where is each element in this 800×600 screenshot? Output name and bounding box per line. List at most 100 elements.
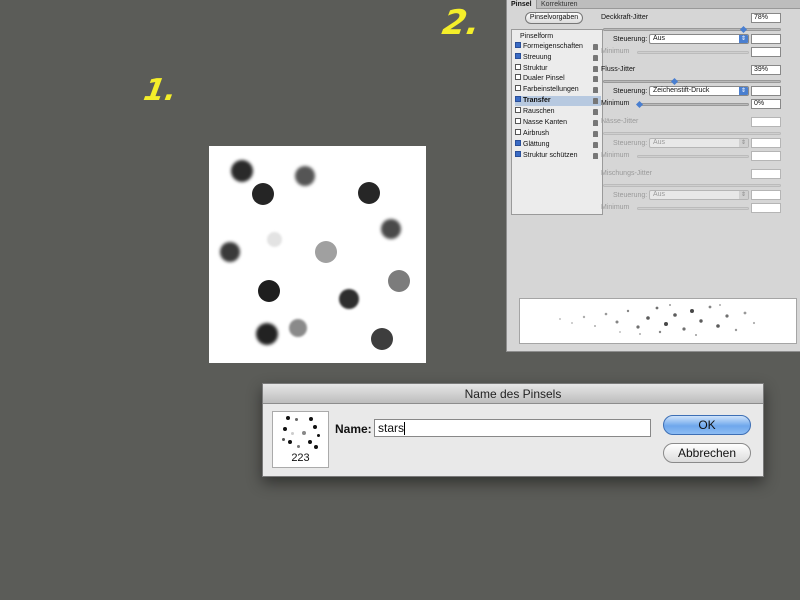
list-item-airbrush[interactable]: Airbrush <box>515 129 601 139</box>
brush-dot <box>388 270 410 292</box>
deckkraft-jitter-slider[interactable] <box>603 25 781 34</box>
checkbox[interactable] <box>515 151 521 158</box>
brush-dot <box>315 241 337 263</box>
checkbox[interactable] <box>515 42 521 49</box>
list-item-nasse-kanten[interactable]: Nasse Kanten <box>515 118 601 128</box>
minimum-3-label: Minimum <box>601 152 630 159</box>
brush-dot <box>381 219 401 239</box>
text-caret <box>404 422 406 436</box>
minimum-1-value[interactable] <box>751 47 781 57</box>
checkbox[interactable] <box>515 140 521 147</box>
list-item-formeigenschaften[interactable]: Formeigenschaften <box>515 42 601 52</box>
steuerung-3-value[interactable] <box>751 138 781 148</box>
thumbnail-dot <box>291 432 294 435</box>
slider-thumb[interactable] <box>635 100 644 109</box>
brush-name-value: stars <box>378 421 405 435</box>
tab-korrekturen[interactable]: Korrekturen <box>537 0 582 9</box>
dropdown-value: Aus <box>653 35 666 42</box>
dropdown-arrow-icon: ⇕ <box>739 87 748 95</box>
lock-icon[interactable] <box>593 55 598 61</box>
brush-presets-button[interactable]: Pinselvorgaben <box>525 12 583 24</box>
mischungs-jitter-slider[interactable] <box>603 184 781 187</box>
list-item-glaettung[interactable]: Glättung <box>515 140 601 150</box>
list-item-label: Glättung <box>523 141 550 148</box>
list-item-struktur[interactable]: Struktur <box>515 64 601 74</box>
fluss-jitter-slider[interactable] <box>603 77 781 86</box>
checkbox[interactable] <box>515 53 521 60</box>
brush-panel: Pinsel Korrekturen Pinselvorgaben Pinsel… <box>506 0 800 352</box>
list-item-pinselform[interactable]: Pinselform <box>520 32 606 42</box>
fluss-jitter-value[interactable]: 39% <box>751 65 781 75</box>
list-item-label: Farbeinstellungen <box>523 86 579 93</box>
lock-icon[interactable] <box>593 131 598 137</box>
list-item-rauschen[interactable]: Rauschen <box>515 107 601 117</box>
list-item-label: Formeigenschaften <box>523 43 583 50</box>
checkbox[interactable] <box>515 118 521 125</box>
lock-icon[interactable] <box>593 109 598 115</box>
checkbox[interactable] <box>515 107 521 114</box>
minimum-2-slider[interactable] <box>635 100 749 109</box>
checkbox[interactable] <box>515 74 521 81</box>
brush-dot <box>256 323 278 345</box>
minimum-4-slider[interactable] <box>637 207 749 210</box>
list-item-label: Rauschen <box>523 108 555 115</box>
brush-dot <box>258 280 280 302</box>
stroke-preview-graphic <box>559 304 756 336</box>
list-item-streuung[interactable]: Streuung <box>515 53 601 63</box>
dialog-title: Name des Pinsels <box>263 384 763 404</box>
steuerung-1-value[interactable] <box>751 34 781 44</box>
slider-thumb[interactable] <box>739 25 748 34</box>
minimum-2-value[interactable]: 0% <box>751 99 781 109</box>
mischungs-jitter-label: Mischungs-Jitter <box>601 170 652 177</box>
checkbox[interactable] <box>515 64 521 71</box>
cancel-button[interactable]: Abbrechen <box>663 443 751 463</box>
brush-dot <box>289 319 307 337</box>
fluss-jitter-label: Fluss-Jitter <box>601 66 636 73</box>
lock-icon[interactable] <box>593 120 598 126</box>
deckkraft-jitter-value[interactable]: 78% <box>751 13 781 23</box>
brush-thumbnail: 223 <box>272 411 329 468</box>
dropdown-arrow-icon: ⇕ <box>739 35 748 43</box>
list-item-farbeinstellungen[interactable]: Farbeinstellungen <box>515 85 601 95</box>
brush-name-input[interactable]: stars <box>374 419 651 437</box>
minimum-3-value[interactable] <box>751 151 781 161</box>
thumbnail-dot <box>313 425 317 429</box>
ok-button[interactable]: OK <box>663 415 751 435</box>
checkbox[interactable] <box>515 85 521 92</box>
steuerung-4-value[interactable] <box>751 190 781 200</box>
brush-canvas[interactable] <box>209 146 426 363</box>
mischungs-jitter-value[interactable] <box>751 169 781 179</box>
panel-footer <box>507 344 800 352</box>
steuerung-dropdown-2[interactable]: Zeichenstift-Druck ⇕ <box>649 86 749 96</box>
list-item-struktur-schuetzen[interactable]: Struktur schützen <box>515 151 601 161</box>
naesse-jitter-value[interactable] <box>751 117 781 127</box>
checkbox[interactable] <box>515 129 521 136</box>
minimum-3-slider[interactable] <box>637 155 749 158</box>
lock-icon[interactable] <box>593 44 598 50</box>
naesse-jitter-slider[interactable] <box>603 132 781 135</box>
thumbnail-dot <box>283 427 287 431</box>
minimum-1-slider[interactable] <box>637 51 749 54</box>
lock-icon[interactable] <box>593 153 598 159</box>
brush-dot <box>267 232 282 247</box>
steuerung-dropdown-1[interactable]: Aus ⇕ <box>649 34 749 44</box>
naesse-jitter-label: Nässe-Jitter <box>601 118 639 125</box>
minimum-2-label: Minimum <box>601 100 630 107</box>
lock-icon[interactable] <box>593 76 598 82</box>
tab-pinsel[interactable]: Pinsel <box>507 0 537 9</box>
slider-thumb[interactable] <box>670 77 679 86</box>
lock-icon[interactable] <box>593 66 598 72</box>
steuerung-2-value[interactable] <box>751 86 781 96</box>
steuerung-dropdown-3[interactable]: Aus ⇕ <box>649 138 749 148</box>
checkbox[interactable] <box>515 96 521 103</box>
dropdown-arrow-icon: ⇕ <box>739 191 748 199</box>
lock-icon[interactable] <box>593 142 598 148</box>
steuerung-dropdown-4[interactable]: Aus ⇕ <box>649 190 749 200</box>
minimum-4-value[interactable] <box>751 203 781 213</box>
list-item-transfer[interactable]: Transfer <box>515 96 601 106</box>
lock-icon[interactable] <box>593 87 598 93</box>
thumbnail-dot <box>295 418 298 421</box>
list-item-label: Dualer Pinsel <box>523 75 565 82</box>
lock-icon[interactable] <box>593 98 598 104</box>
list-item-dualer-pinsel[interactable]: Dualer Pinsel <box>515 74 601 84</box>
